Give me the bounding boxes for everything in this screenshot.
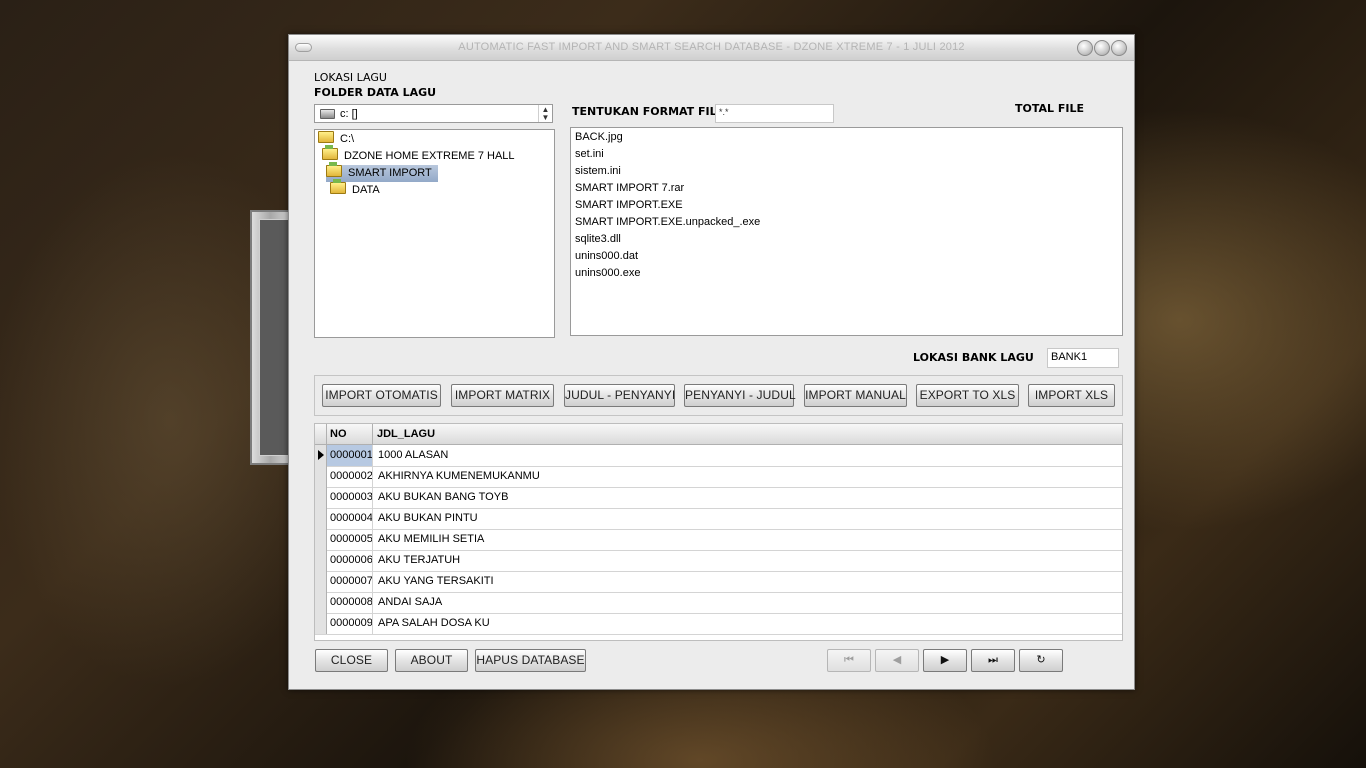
- tree-item[interactable]: DATA: [330, 179, 386, 199]
- drive-select[interactable]: c: [] ▲ ▼: [314, 104, 553, 123]
- cell-no[interactable]: 0000008: [327, 592, 373, 613]
- penyanyi-judul-button[interactable]: PENYANYI - JUDUL: [684, 384, 796, 407]
- title-bar[interactable]: AUTOMATIC FAST IMPORT AND SMART SEARCH D…: [289, 35, 1134, 61]
- row-indicator[interactable]: [315, 592, 327, 613]
- cell-no[interactable]: 0000005: [327, 529, 373, 550]
- about-button[interactable]: ABOUT: [395, 649, 468, 672]
- judul-penyanyi-button[interactable]: JUDUL - PENYANYI: [564, 384, 675, 407]
- file-list-item[interactable]: BACK.jpg: [571, 129, 1122, 146]
- tree-item-label: C:\: [340, 133, 355, 145]
- minimize-icon[interactable]: [1077, 40, 1093, 56]
- import-otomatis-button[interactable]: IMPORT OTOMATIS: [322, 384, 441, 407]
- grid-header-indicator: [315, 424, 327, 444]
- row-indicator[interactable]: [315, 466, 327, 487]
- close-window-icon[interactable]: [1111, 40, 1127, 56]
- file-list-item[interactable]: unins000.dat: [571, 248, 1122, 265]
- folder-icon: [330, 179, 346, 194]
- current-row-icon: [318, 450, 324, 460]
- next-record-icon[interactable]: ▶: [923, 649, 967, 672]
- cell-jdl-lagu[interactable]: AKU BUKAN PINTU: [374, 508, 478, 529]
- file-list-item[interactable]: SMART IMPORT.EXE.unpacked_.exe: [571, 214, 1122, 231]
- row-indicator[interactable]: [315, 487, 327, 508]
- file-list-item[interactable]: SMART IMPORT.EXE: [571, 197, 1122, 214]
- song-grid[interactable]: NO JDL_LAGU 0000001 1000 ALASAN 0000002 AKH…: [314, 423, 1123, 641]
- cell-jdl-lagu[interactable]: AKHIRNYA KUMENEMUKANMU: [374, 466, 540, 487]
- import-xls-button[interactable]: IMPORT XLS: [1028, 384, 1115, 407]
- cell-jdl-lagu[interactable]: APA SALAH DOSA KU: [374, 613, 490, 634]
- drive-value: c: []: [340, 108, 358, 120]
- column-header-jdl-lagu[interactable]: JDL_LAGU: [374, 424, 435, 444]
- cell-jdl-lagu[interactable]: AKU YANG TERSAKITI: [374, 571, 494, 592]
- drive-icon: [320, 109, 335, 119]
- cell-jdl-lagu[interactable]: 1000 ALASAN: [374, 445, 448, 466]
- table-row[interactable]: 0000006 AKU TERJATUH: [315, 550, 1122, 572]
- import-matrix-button[interactable]: IMPORT MATRIX: [451, 384, 554, 407]
- tree-item-label: DATA: [352, 184, 380, 196]
- file-list-item[interactable]: sqlite3.dll: [571, 231, 1122, 248]
- row-indicator[interactable]: [315, 613, 327, 634]
- tree-item[interactable]: SMART IMPORT: [326, 162, 438, 182]
- table-row[interactable]: 0000004 AKU BUKAN PINTU: [315, 508, 1122, 530]
- row-indicator[interactable]: [315, 445, 327, 466]
- table-row[interactable]: 0000001 1000 ALASAN: [315, 445, 1122, 467]
- cell-jdl-lagu[interactable]: AKU MEMILIH SETIA: [374, 529, 484, 550]
- cell-no[interactable]: 0000003: [327, 487, 373, 508]
- folder-tree[interactable]: C:\ DZONE HOME EXTREME 7 HALL SMART IMPORT…: [314, 129, 555, 338]
- file-list[interactable]: BACK.jpg set.ini sistem.ini SMART IMPORT 7.…: [570, 127, 1123, 336]
- refresh-icon[interactable]: ↻: [1019, 649, 1063, 672]
- close-button[interactable]: CLOSE: [315, 649, 388, 672]
- tree-item-label: DZONE HOME EXTREME 7 HALL: [344, 150, 515, 162]
- window-title: AUTOMATIC FAST IMPORT AND SMART SEARCH D…: [458, 41, 965, 53]
- tree-item-label: SMART IMPORT: [348, 167, 432, 179]
- table-row[interactable]: 0000008 ANDAI SAJA: [315, 592, 1122, 614]
- format-file-input[interactable]: *.*: [715, 104, 834, 123]
- table-row[interactable]: 0000009 APA SALAH DOSA KU: [315, 613, 1122, 635]
- hapus-database-button[interactable]: HAPUS DATABASE: [475, 649, 586, 672]
- table-row[interactable]: 0000005 AKU MEMILIH SETIA: [315, 529, 1122, 551]
- cell-no[interactable]: 0000004: [327, 508, 373, 529]
- table-row[interactable]: 0000007 AKU YANG TERSAKITI: [315, 571, 1122, 593]
- maximize-icon[interactable]: [1094, 40, 1110, 56]
- bank-lagu-input[interactable]: BANK1: [1047, 348, 1119, 368]
- cell-jdl-lagu[interactable]: AKU TERJATUH: [374, 550, 460, 571]
- tree-item[interactable]: DZONE HOME EXTREME 7 HALL: [322, 145, 521, 165]
- folder-icon: [326, 162, 342, 177]
- row-indicator[interactable]: [315, 550, 327, 571]
- file-list-item[interactable]: unins000.exe: [571, 265, 1122, 282]
- file-list-item[interactable]: sistem.ini: [571, 163, 1122, 180]
- import-toolbar: IMPORT OTOMATIS IMPORT MATRIX JUDUL - PE…: [314, 375, 1123, 416]
- cell-no[interactable]: 0000007: [327, 571, 373, 592]
- cell-no[interactable]: 0000002: [327, 466, 373, 487]
- folder-icon: [318, 131, 334, 143]
- row-indicator[interactable]: [315, 508, 327, 529]
- lokasi-lagu-label: LOKASI LAGU: [314, 71, 387, 84]
- cell-jdl-lagu[interactable]: AKU BUKAN BANG TOYB: [374, 487, 508, 508]
- cell-no[interactable]: 0000009: [327, 613, 373, 634]
- folder-data-lagu-label: FOLDER DATA LAGU: [314, 86, 437, 99]
- table-row[interactable]: 0000002 AKHIRNYA KUMENEMUKANMU: [315, 466, 1122, 488]
- file-list-item[interactable]: SMART IMPORT 7.rar: [571, 180, 1122, 197]
- row-indicator[interactable]: [315, 529, 327, 550]
- first-record-icon[interactable]: ⏮: [827, 649, 871, 672]
- row-indicator[interactable]: [315, 571, 327, 592]
- format-file-label: TENTUKAN FORMAT FILE: [572, 105, 725, 118]
- column-header-no[interactable]: NO: [327, 424, 373, 444]
- folder-icon: [322, 145, 338, 160]
- lokasi-bank-lagu-label: LOKASI BANK LAGU: [913, 351, 1034, 364]
- export-xls-button[interactable]: EXPORT TO XLS: [916, 384, 1019, 407]
- prior-record-icon[interactable]: ◀: [875, 649, 919, 672]
- cell-no[interactable]: 0000001: [327, 445, 373, 466]
- last-record-icon[interactable]: ⏭: [971, 649, 1015, 672]
- file-list-item[interactable]: set.ini: [571, 146, 1122, 163]
- table-row[interactable]: 0000003 AKU BUKAN BANG TOYB: [315, 487, 1122, 509]
- cell-jdl-lagu[interactable]: ANDAI SAJA: [374, 592, 442, 613]
- import-manual-button[interactable]: IMPORT MANUAL: [804, 384, 907, 407]
- grid-header: NO JDL_LAGU: [315, 424, 1122, 445]
- cell-no[interactable]: 0000006: [327, 550, 373, 571]
- dropdown-arrow-icon[interactable]: ▲ ▼: [538, 105, 552, 122]
- total-file-label: TOTAL FILE: [1015, 102, 1084, 115]
- main-window: AUTOMATIC FAST IMPORT AND SMART SEARCH D…: [288, 34, 1135, 690]
